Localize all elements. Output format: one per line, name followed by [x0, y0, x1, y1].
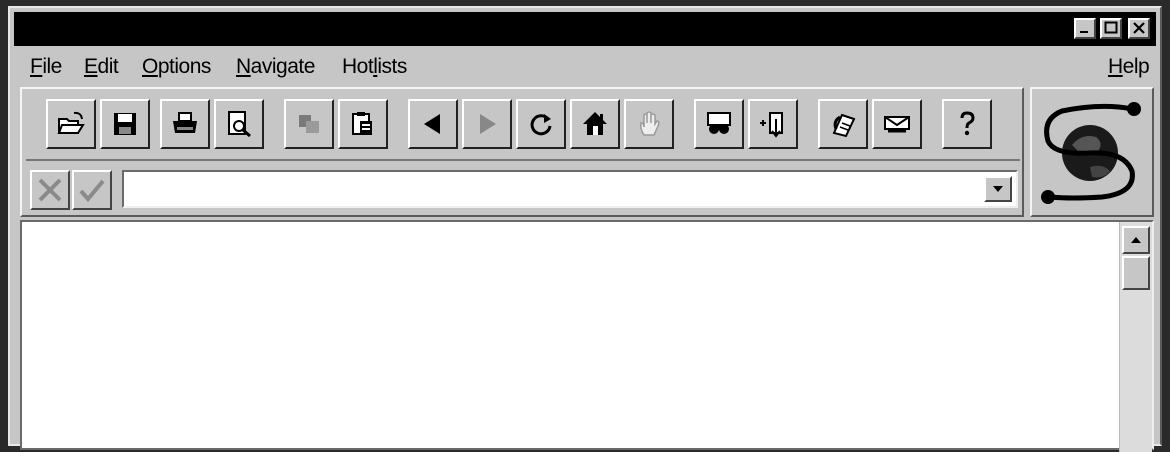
cancel-x-icon — [38, 178, 62, 202]
title-bar — [14, 12, 1156, 46]
browser-window: File Edit Options Navigate Hotlists Help — [8, 6, 1162, 452]
save-disk-icon — [114, 113, 136, 135]
menu-hotlists[interactable]: Hotlists — [342, 55, 407, 79]
back-arrow-icon — [424, 114, 440, 134]
scroll-up-arrow-icon — [1131, 237, 1141, 243]
checkmark-icon — [79, 179, 105, 203]
close-icon — [1133, 22, 1145, 34]
maximize-icon — [1104, 21, 1118, 34]
find-binoculars-button[interactable] — [694, 99, 744, 149]
address-field[interactable] — [122, 170, 1018, 208]
reload-button[interactable] — [516, 99, 566, 149]
close-button[interactable] — [1128, 18, 1150, 39]
help-question-icon — [960, 111, 975, 136]
vertical-scrollbar[interactable] — [1119, 222, 1152, 452]
save-disk-button[interactable] — [100, 99, 150, 149]
print-preview-icon — [228, 111, 251, 138]
copy-icon — [299, 115, 319, 133]
back-arrow-button[interactable] — [408, 99, 458, 149]
open-folder-icon — [57, 111, 85, 134]
forward-arrow-icon — [480, 114, 496, 134]
menu-edit[interactable]: Edit — [84, 55, 119, 79]
mail-icon — [884, 116, 910, 133]
help-question-button[interactable] — [942, 99, 992, 149]
home-icon — [583, 112, 607, 135]
browser-logo — [1030, 87, 1154, 217]
phone-book-icon — [832, 113, 856, 138]
menu-navigate[interactable]: Navigate — [236, 55, 315, 79]
menu-options[interactable]: Options — [142, 55, 211, 79]
reload-icon — [530, 114, 552, 136]
scroll-up-button[interactable] — [1122, 226, 1150, 254]
home-button[interactable] — [570, 99, 620, 149]
stop-hand-button[interactable] — [624, 99, 674, 149]
cancel-button[interactable] — [30, 170, 70, 210]
minimize-button[interactable] — [1074, 18, 1096, 39]
scroll-thumb[interactable] — [1122, 256, 1150, 290]
menu-bar: File Edit Options Navigate Hotlists Help — [14, 48, 1156, 84]
globe-s-logo-icon — [1041, 102, 1141, 204]
add-hotlist-button[interactable] — [748, 99, 798, 149]
menu-file-rest: ile — [42, 55, 62, 78]
minimize-icon — [1080, 31, 1088, 33]
paste-button[interactable] — [338, 99, 388, 149]
print-button[interactable] — [160, 99, 210, 149]
page-content-area[interactable] — [20, 220, 1154, 452]
stop-hand-icon — [640, 111, 660, 136]
mail-button[interactable] — [872, 99, 922, 149]
address-dropdown-button[interactable] — [984, 176, 1012, 202]
menu-help[interactable]: Help — [1108, 55, 1150, 79]
chevron-down-icon — [993, 186, 1003, 192]
copy-button[interactable] — [284, 99, 334, 149]
paste-icon — [352, 112, 372, 135]
print-preview-button[interactable] — [214, 99, 264, 149]
address-input[interactable] — [128, 174, 982, 206]
address-row — [26, 167, 1020, 213]
open-folder-button[interactable] — [46, 99, 96, 149]
find-binoculars-icon — [707, 112, 731, 134]
forward-arrow-button[interactable] — [462, 99, 512, 149]
toolbar — [26, 93, 1020, 161]
add-hotlist-icon — [760, 112, 783, 138]
accept-button[interactable] — [72, 170, 112, 210]
menu-file[interactable]: File — [30, 55, 62, 79]
menu-file-hotkey: F — [30, 55, 43, 78]
maximize-button[interactable] — [1100, 18, 1122, 39]
toolbar-panel — [20, 87, 1024, 217]
print-icon — [173, 112, 197, 133]
phone-book-button[interactable] — [818, 99, 868, 149]
